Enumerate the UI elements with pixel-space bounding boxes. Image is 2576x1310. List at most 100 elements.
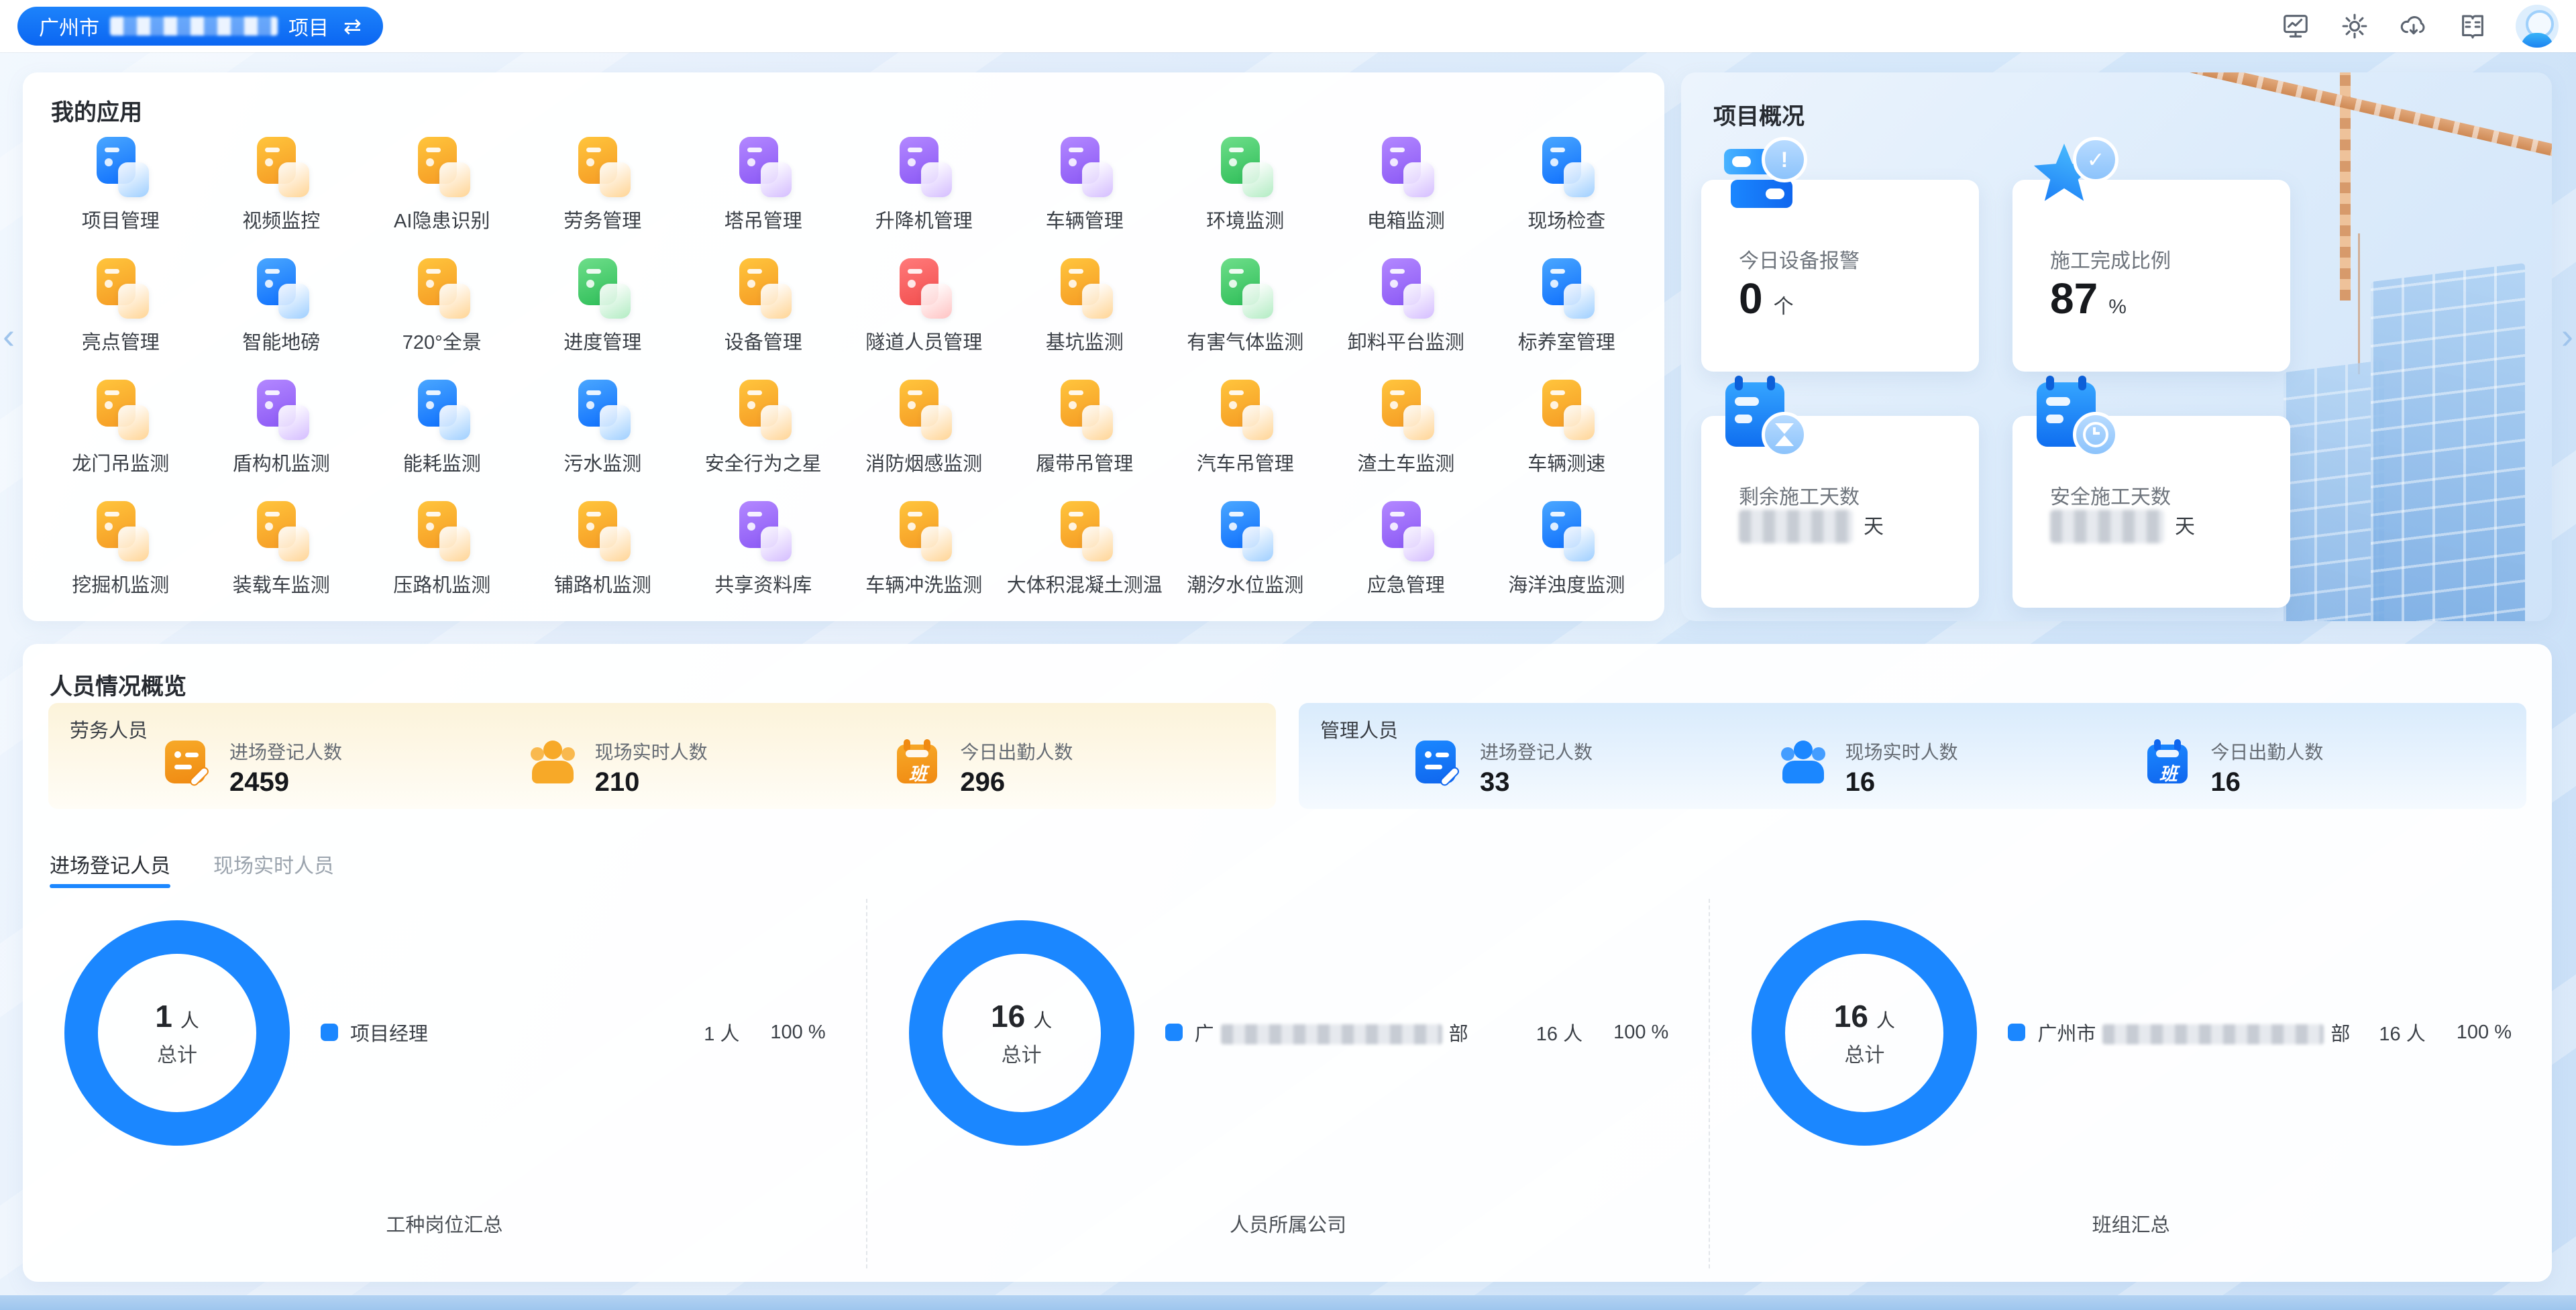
app-icon [1213,377,1277,441]
app-item[interactable]: 压路机监测 [362,492,523,613]
app-icon [89,134,153,199]
app-item[interactable]: 安全行为之星 [683,370,844,492]
app-item-partial [201,613,362,621]
monitor-chart-icon[interactable] [2279,10,2312,42]
app-item[interactable]: 车辆冲洗监测 [844,492,1005,613]
app-item[interactable]: 现场检查 [1487,127,1648,249]
app-icon [410,498,474,563]
app-item[interactable]: 有害气体监测 [1165,249,1326,370]
app-item-partial [523,613,684,621]
app-icon [1053,256,1117,320]
app-label: 压路机监测 [362,569,523,598]
app-item[interactable]: 能耗监测 [362,370,523,492]
app-label: 盾构机监测 [201,448,362,476]
management-personnel-group: 管理人员 进场登记人数 33 现场实时人数 16班 今日出勤人数 16 [1299,703,2526,809]
app-item[interactable]: 挖掘机监测 [40,492,201,613]
settings-gear-icon[interactable] [2339,10,2371,42]
register-icon [164,738,211,787]
apps-grid: 项目管理 视频监控 AI隐患识别 劳务管理 塔吊管理 升降机管理 车辆管理 环境… [40,127,1647,621]
app-item[interactable]: 污水监测 [523,370,684,492]
app-item[interactable]: 应急管理 [1326,492,1487,613]
cloud-download-icon[interactable] [2398,10,2430,42]
app-item[interactable]: 渣土车监测 [1326,370,1487,492]
personnel-stat: 现场实时人数 16 [1780,738,2145,798]
personnel-overview-panel: 人员情况概览 劳务人员 进场登记人数 2459 现场实时人数 210班 今日出勤… [23,644,2552,1282]
handbook-icon[interactable] [2457,10,2489,42]
app-label: 大体积混凝土测温 [1004,569,1165,598]
card-value: 0个 [1739,274,1794,323]
app-item[interactable]: 视频监控 [201,127,362,249]
app-item[interactable]: 标养室管理 [1487,249,1648,370]
app-label: 车辆管理 [1004,205,1165,233]
app-item[interactable]: AI隐患识别 [362,127,523,249]
project-overview-panel: 项目概况 ! 今日设备报警 0个✓ 施工完成比例 87% 剩余施工天数 天 安全… [1681,72,2552,621]
app-icon [1534,498,1599,563]
project-switcher-button[interactable]: 广州市 项目 ⇄ [17,7,383,46]
app-item[interactable]: 龙门吊监测 [40,370,201,492]
attendance-icon: 班 [894,738,941,787]
check-badge-icon: ✓ [2073,137,2118,182]
app-item[interactable]: 履带吊管理 [1004,370,1165,492]
stat-label: 现场实时人数 [595,738,708,765]
app-label: 升降机管理 [844,205,1005,233]
app-item[interactable]: 消防烟感监测 [844,370,1005,492]
redacted-legend-name [2102,1024,2324,1044]
app-label: 龙门吊监测 [40,448,201,476]
hourglass-badge-icon [1762,412,1807,457]
stat-value: 16 [1845,767,1958,798]
app-item[interactable]: 盾构机监测 [201,370,362,492]
app-label: AI隐患识别 [362,205,523,233]
donut-total: 1 [155,998,172,1034]
app-item[interactable]: 铺路机监测 [523,492,684,613]
app-item[interactable]: 720°全景 [362,249,523,370]
stat-value: 2459 [229,767,342,798]
app-item[interactable]: 隧道人员管理 [844,249,1005,370]
app-item[interactable]: 项目管理 [40,127,201,249]
user-avatar[interactable] [2516,5,2559,48]
app-label: 标养室管理 [1487,327,1648,355]
personnel-tabs: 进场登记人员 现场实时人员 [50,849,334,888]
app-item[interactable]: 设备管理 [683,249,844,370]
app-item[interactable]: 塔吊管理 [683,127,844,249]
app-label: 塔吊管理 [683,205,844,233]
app-item[interactable]: 进度管理 [523,249,684,370]
stat-label: 进场登记人数 [229,738,342,765]
app-icon [249,134,313,199]
labor-stats: 进场登记人数 2459 现场实时人数 210班 今日出勤人数 296 [164,738,1260,798]
app-icon [410,256,474,320]
app-item[interactable]: 环境监测 [1165,127,1326,249]
chart-section: 16 人 总计 广州市部 16 人 100 % 班组汇总 [1709,899,2552,1268]
app-item[interactable]: 海洋浊度监测 [1487,492,1648,613]
project-name-prefix: 广州市 [39,11,99,41]
app-item[interactable]: 智能地磅 [201,249,362,370]
app-item[interactable]: 共享资料库 [683,492,844,613]
app-item[interactable]: 电箱监测 [1326,127,1487,249]
register-icon [1414,738,1461,787]
app-item-partial [40,613,201,621]
app-item[interactable]: 卸料平台监测 [1326,249,1487,370]
donut-chart: 16 人 总计 [909,920,1134,1146]
tab-active[interactable]: 进场登记人员 [50,849,170,888]
app-icon [892,134,956,199]
overview-card: ! 今日设备报警 0个 [1701,180,1979,372]
app-item-partial [362,613,523,621]
personnel-stat: 现场实时人数 210 [529,738,895,798]
app-item[interactable]: 潮汐水位监测 [1165,492,1326,613]
app-icon [892,498,956,563]
app-item[interactable]: 基坑监测 [1004,249,1165,370]
carousel-right-icon[interactable]: › [2561,315,2573,357]
app-item[interactable]: 装载车监测 [201,492,362,613]
app-item[interactable]: 升降机管理 [844,127,1005,249]
personnel-stat: 班 今日出勤人数 296 [894,738,1260,798]
device-alarm-icon: ! [1721,138,1809,220]
carousel-left-icon[interactable]: ‹ [3,315,15,357]
tab-inactive[interactable]: 现场实时人员 [213,849,334,888]
app-item[interactable]: 车辆管理 [1004,127,1165,249]
app-item[interactable]: 亮点管理 [40,249,201,370]
app-label: 安全行为之星 [683,448,844,476]
app-item[interactable]: 劳务管理 [523,127,684,249]
app-item[interactable]: 大体积混凝土测温 [1004,492,1165,613]
app-item[interactable]: 汽车吊管理 [1165,370,1326,492]
app-item[interactable]: 车辆测速 [1487,370,1648,492]
app-icon [731,256,796,320]
